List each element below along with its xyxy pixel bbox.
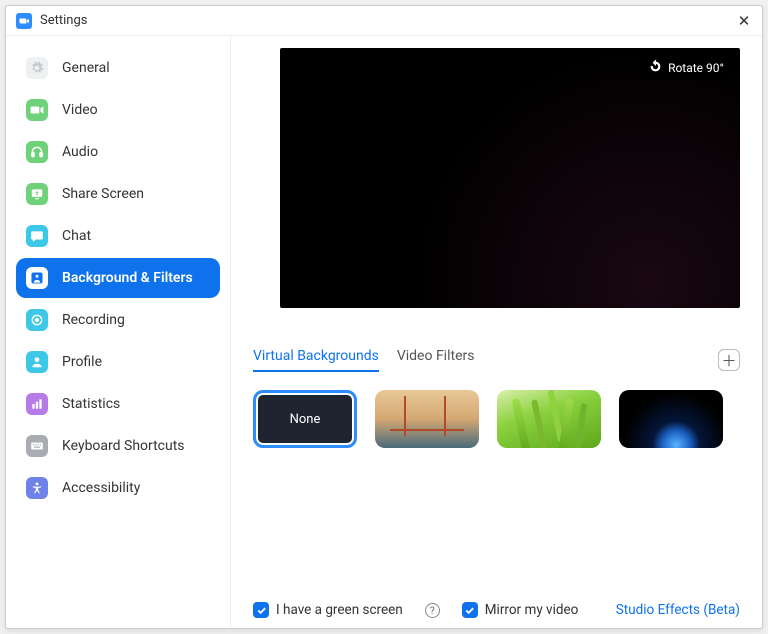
sidebar-item-accessibility[interactable]: Accessibility [16,468,220,508]
recording-icon [26,309,48,331]
add-background-button[interactable]: ＋ [718,349,740,371]
titlebar: Settings ✕ [6,6,762,36]
video-icon [26,99,48,121]
sidebar-item-label: Video [62,102,98,118]
sidebar-item-recording[interactable]: Recording [16,300,220,340]
tab-virtual-backgrounds[interactable]: Virtual Backgrounds [253,348,379,372]
background-option-bridge[interactable] [375,390,479,448]
sidebar-item-label: Share Screen [62,186,144,202]
sidebar-item-label: General [62,60,110,76]
green-screen-checkbox[interactable]: I have a green screen [253,602,403,618]
plus-icon: ＋ [721,350,736,371]
sidebar-item-video[interactable]: Video [16,90,220,130]
sidebar-item-label: Accessibility [62,480,140,496]
keyboard-icon [26,435,48,457]
close-button[interactable]: ✕ [734,11,754,31]
footer: I have a green screen ? Mirror my video … [253,590,740,618]
close-icon: ✕ [738,12,751,30]
help-icon[interactable]: ? [425,603,440,618]
titlebar-left: Settings [16,13,87,29]
green-screen-label: I have a green screen [276,602,403,618]
tab-video-filters[interactable]: Video Filters [397,348,475,372]
background-option-none[interactable]: None [253,390,357,448]
accessibility-icon [26,477,48,499]
sidebar-item-label: Recording [62,312,125,328]
app-icon [16,13,32,29]
tab-label: Video Filters [397,348,475,364]
studio-effects-link[interactable]: Studio Effects (Beta) [616,602,740,618]
profile-icon [26,351,48,373]
checkbox-checked-icon [462,602,478,618]
sidebar-item-statistics[interactable]: Statistics [16,384,220,424]
sidebar-item-keyboard-shortcuts[interactable]: Keyboard Shortcuts [16,426,220,466]
background-icon [26,267,48,289]
statistics-icon [26,393,48,415]
window-body: General Video Audio Share Screen [6,36,762,628]
share-screen-icon [26,183,48,205]
sidebar-item-profile[interactable]: Profile [16,342,220,382]
background-option-earth[interactable] [619,390,723,448]
sidebar-item-chat[interactable]: Chat [16,216,220,256]
tabs-row: Virtual Backgrounds Video Filters ＋ [253,348,740,372]
mirror-video-checkbox[interactable]: Mirror my video [462,602,579,618]
preview-wrap: Rotate 90° [253,48,740,308]
sidebar-item-audio[interactable]: Audio [16,132,220,172]
sidebar-item-label: Keyboard Shortcuts [62,438,185,454]
tab-label: Virtual Backgrounds [253,348,379,364]
settings-window: Settings ✕ General Video [5,5,763,629]
window-title: Settings [40,13,87,28]
sidebar-item-background-filters[interactable]: Background & Filters [16,258,220,298]
background-none-label: None [290,412,321,427]
sidebar-item-general[interactable]: General [16,48,220,88]
sidebar-item-label: Statistics [62,396,120,412]
rotate-label: Rotate 90° [668,61,724,75]
sidebar-item-label: Audio [62,144,98,160]
gear-icon [26,57,48,79]
headphones-icon [26,141,48,163]
background-option-grass[interactable] [497,390,601,448]
tabs: Virtual Backgrounds Video Filters [253,348,474,372]
rotate-button[interactable]: Rotate 90° [641,56,732,80]
mirror-label: Mirror my video [485,602,579,618]
sidebar: General Video Audio Share Screen [6,36,231,628]
sidebar-item-share-screen[interactable]: Share Screen [16,174,220,214]
sidebar-item-label: Profile [62,354,102,370]
video-preview: Rotate 90° [280,48,740,308]
background-options: None [253,390,740,448]
sidebar-item-label: Chat [62,228,91,244]
rotate-icon [649,60,662,76]
main-content: Rotate 90° Virtual Backgrounds Video Fil… [231,36,762,628]
checkbox-checked-icon [253,602,269,618]
chat-icon [26,225,48,247]
sidebar-item-label: Background & Filters [62,270,193,286]
